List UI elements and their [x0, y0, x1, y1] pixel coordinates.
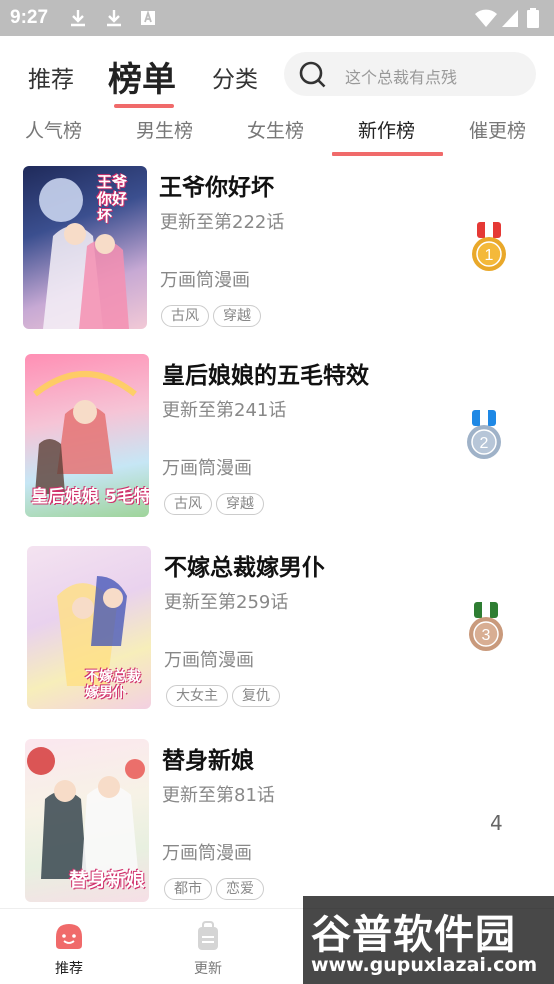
battery-icon	[527, 8, 539, 28]
bottom-nav-label: 更新	[194, 961, 222, 977]
list-item[interactable]: 不嫁总裁 嫁男仆 不嫁总裁嫁男仆 更新至第259话 万画筒漫画 大女主 复仇 3	[0, 542, 554, 727]
subtab-popular[interactable]: 人气榜	[25, 116, 82, 143]
cover-title: 皇后娘娘 5毛特效	[31, 487, 149, 507]
bottom-nav-label: 推荐	[55, 961, 83, 977]
cover-title: 不嫁总裁 嫁男仆	[85, 669, 141, 701]
tab-rankings[interactable]: 榜单	[108, 52, 176, 101]
update-status: 更新至第222话	[160, 212, 285, 233]
tag: 都市	[164, 878, 212, 900]
tag-list: 大女主 复仇	[166, 685, 280, 707]
download-icon	[107, 10, 121, 27]
comic-cover[interactable]: 替身新娘	[25, 739, 149, 902]
tag-list: 都市 恋爱	[164, 878, 264, 900]
search-placeholder: 这个总裁有点残	[345, 68, 458, 87]
search-icon	[299, 61, 326, 88]
watermark-overlay: 谷普软件园 www.gupuxlazai.com	[303, 896, 554, 984]
tag-list: 古风 穿越	[164, 493, 264, 515]
list-item[interactable]: 替身新娘 替身新娘 更新至第81话 万画筒漫画 都市 恋爱 4	[0, 735, 554, 920]
comic-title: 王爷你好坏	[159, 175, 274, 201]
update-bag-icon	[198, 921, 218, 950]
subtab-urge[interactable]: 催更榜	[469, 116, 526, 143]
subtab-female[interactable]: 女生榜	[247, 116, 304, 143]
status-bar: 9:27	[0, 0, 554, 36]
tag: 恋爱	[216, 878, 264, 900]
tag: 复仇	[232, 685, 280, 707]
comic-title: 不嫁总裁嫁男仆	[164, 555, 325, 581]
signal-icon	[502, 10, 518, 27]
publisher: 万画筒漫画	[160, 270, 250, 291]
tag: 古风	[164, 493, 212, 515]
update-status: 更新至第241话	[162, 400, 287, 421]
comic-cover[interactable]: 皇后娘娘 5毛特效	[25, 354, 149, 517]
tag: 大女主	[166, 685, 228, 707]
comic-title: 皇后娘娘的五毛特效	[162, 363, 369, 389]
download-icon	[71, 10, 85, 27]
active-tab-indicator	[114, 104, 174, 108]
top-nav: 推荐 榜单 分类 这个总裁有点残	[0, 36, 554, 110]
tag: 穿越	[213, 305, 261, 327]
update-status: 更新至第81话	[162, 785, 275, 806]
publisher: 万画筒漫画	[162, 843, 252, 864]
smile-face-icon	[56, 924, 82, 949]
subtab-new[interactable]: 新作榜	[358, 116, 415, 143]
medal-rank: 3	[482, 627, 491, 644]
app-notification-icon	[141, 10, 155, 25]
medal-rank: 2	[480, 435, 489, 452]
update-status: 更新至第259话	[164, 592, 289, 613]
rank-number: 4	[490, 811, 503, 835]
subtab-male[interactable]: 男生榜	[136, 116, 193, 143]
bronze-medal-icon: 3	[469, 602, 503, 651]
comic-cover[interactable]: 王爷你好坏	[23, 166, 147, 329]
active-subtab-indicator	[332, 152, 443, 156]
comic-title: 替身新娘	[162, 748, 254, 774]
ranking-sub-tabs: 人气榜 男生榜 女生榜 新作榜 催更榜	[0, 110, 554, 158]
gold-medal-icon: 1	[472, 222, 506, 271]
watermark-title: 谷普软件园	[311, 912, 516, 958]
tab-categories[interactable]: 分类	[212, 60, 258, 94]
publisher: 万画筒漫画	[164, 650, 254, 671]
list-item[interactable]: 皇后娘娘 5毛特效 皇后娘娘的五毛特效 更新至第241话 万画筒漫画 古风 穿越…	[0, 350, 554, 535]
medal-rank: 1	[485, 247, 494, 264]
watermark-url: www.gupuxlazai.com	[311, 954, 538, 976]
comic-cover[interactable]: 不嫁总裁 嫁男仆	[27, 546, 151, 709]
tab-recommend[interactable]: 推荐	[28, 60, 74, 94]
cover-title: 王爷你好坏	[97, 173, 128, 225]
tag: 古风	[161, 305, 209, 327]
tag: 穿越	[216, 493, 264, 515]
cover-title: 替身新娘	[69, 869, 146, 891]
bottom-nav-update[interactable]: 更新	[178, 921, 238, 978]
list-item[interactable]: 王爷你好坏 王爷你好坏 更新至第222话 万画筒漫画 古风 穿越 1	[0, 162, 554, 347]
wifi-icon	[475, 9, 497, 27]
status-time: 9:27	[10, 7, 49, 28]
bottom-nav-recommend[interactable]: 推荐	[39, 921, 99, 978]
tag-list: 古风 穿越	[161, 305, 261, 327]
search-bar[interactable]: 这个总裁有点残	[284, 52, 536, 96]
publisher: 万画筒漫画	[162, 458, 252, 479]
silver-medal-icon: 2	[467, 410, 501, 459]
